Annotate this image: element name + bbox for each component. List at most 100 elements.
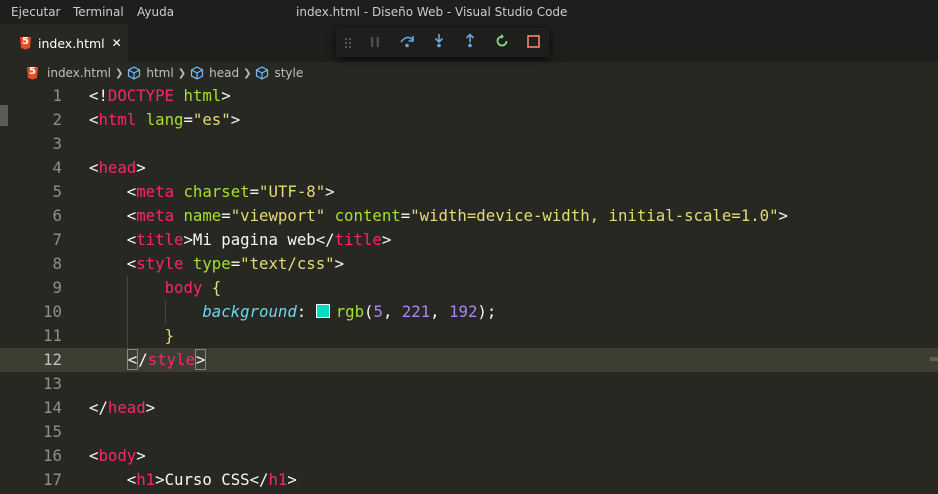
code-token: < xyxy=(126,470,137,489)
line-code: </head> xyxy=(89,396,155,420)
menu-ayuda[interactable]: Ayuda xyxy=(137,5,174,19)
code-token: : xyxy=(296,302,316,321)
line-number: 17 xyxy=(43,470,62,489)
chevron-right-icon: ❯ xyxy=(114,67,124,79)
line-number: 7 xyxy=(52,230,62,249)
title-bar: Ejecutar Terminal Ayuda index.html - Dis… xyxy=(0,0,938,24)
tab-index-html[interactable]: index.html ✕ xyxy=(0,24,128,62)
close-icon[interactable]: ✕ xyxy=(112,36,122,50)
code-line[interactable]: 9 body { xyxy=(0,276,938,300)
code-token: < xyxy=(126,254,137,273)
code-token: { xyxy=(202,278,222,297)
breadcrumb-style[interactable]: style xyxy=(255,66,303,80)
code-token: > xyxy=(381,230,392,249)
code-token: content xyxy=(334,206,401,225)
code-token: = xyxy=(249,182,260,201)
code-line[interactable]: 3 xyxy=(0,132,938,156)
step-into-button[interactable] xyxy=(423,28,455,57)
code-token: > xyxy=(145,398,156,417)
step-over-button[interactable] xyxy=(391,28,423,57)
step-into-icon xyxy=(433,33,445,52)
breadcrumb-html-label: html xyxy=(146,66,174,80)
step-out-icon xyxy=(464,33,476,52)
line-code: <body> xyxy=(89,444,146,468)
code-line[interactable]: 16 <body> xyxy=(0,444,938,468)
code-token: } xyxy=(164,326,175,345)
pause-icon xyxy=(369,33,381,52)
line-code: } xyxy=(89,324,174,348)
code-token: meta xyxy=(136,182,175,201)
code-token: </ xyxy=(89,398,108,417)
line-number: 1 xyxy=(52,86,62,105)
code-line[interactable]: 13 xyxy=(0,372,938,396)
restart-button[interactable] xyxy=(486,28,518,57)
code-line[interactable]: 10 background: rgb(5, 221, 192); xyxy=(0,300,938,324)
code-line[interactable]: 2 <html lang="es"> xyxy=(0,108,938,132)
breadcrumb-file-label: index.html xyxy=(47,66,111,80)
code-line[interactable]: 12 </style> xyxy=(0,348,938,372)
code-line[interactable]: 11 } xyxy=(0,324,938,348)
code-token: < xyxy=(126,230,137,249)
code-token: ); xyxy=(477,302,497,321)
line-number: 15 xyxy=(43,422,62,441)
line-code: <style type="text/css"> xyxy=(89,252,344,276)
code-token: > xyxy=(183,230,193,249)
line-number: 13 xyxy=(43,374,62,393)
menu-ejecutar[interactable]: Ejecutar xyxy=(11,5,61,19)
gutter-indicator xyxy=(0,105,8,126)
code-line[interactable]: 17 <h1>Curso CSS</h1> xyxy=(0,468,938,492)
code-line[interactable]: 7 <title>Mi pagina web</title> xyxy=(0,228,938,252)
code-editor[interactable]: 1 <!DOCTYPE html> 2 <html lang="es"> 3 4 <head… xyxy=(0,84,938,494)
code-line[interactable]: 4 <head> xyxy=(0,156,938,180)
breadcrumb-style-label: style xyxy=(274,66,304,80)
stop-button[interactable] xyxy=(517,28,549,57)
cube-icon xyxy=(255,66,269,80)
code-token: title xyxy=(334,230,382,249)
code-token: lang xyxy=(145,110,184,129)
chevron-right-icon: ❯ xyxy=(177,67,187,79)
line-number: 11 xyxy=(43,326,62,345)
code-token: style xyxy=(147,350,195,369)
code-line[interactable]: 8 <style type="text/css"> xyxy=(0,252,938,276)
step-out-button[interactable] xyxy=(454,28,486,57)
line-number: 9 xyxy=(52,278,62,297)
code-line[interactable]: 14 </head> xyxy=(0,396,938,420)
code-token: body xyxy=(164,278,203,297)
pause-button[interactable] xyxy=(360,28,392,57)
code-token: background xyxy=(202,302,297,321)
code-token: h1 xyxy=(268,470,288,489)
line-number: 16 xyxy=(43,446,62,465)
code-token: rgb xyxy=(335,302,365,321)
overview-ruler-mark xyxy=(930,357,938,361)
line-code: <meta name="viewport" content="width=dev… xyxy=(89,204,788,228)
code-token: charset xyxy=(183,182,250,201)
line-code: <h1>Curso CSS</h1> xyxy=(89,468,297,492)
matched-bracket: > xyxy=(194,349,207,370)
menu-terminal[interactable]: Terminal xyxy=(73,5,124,19)
code-line[interactable]: 15 xyxy=(0,420,938,444)
code-token: > xyxy=(221,86,231,105)
code-token: , xyxy=(430,302,450,321)
code-line[interactable]: 1 <!DOCTYPE html> xyxy=(0,84,938,108)
code-token: "viewport" xyxy=(230,206,326,225)
breadcrumb-html[interactable]: html xyxy=(127,66,174,80)
code-token: , xyxy=(382,302,402,321)
cube-icon xyxy=(127,66,141,80)
color-swatch[interactable] xyxy=(315,304,330,318)
code-token: name xyxy=(183,206,222,225)
code-token: Mi pagina web xyxy=(192,230,316,249)
line-code: <html lang="es"> xyxy=(89,108,240,132)
code-line[interactable]: 5 <meta charset="UTF-8"> xyxy=(0,180,938,204)
code-token: "es" xyxy=(192,110,231,129)
drag-grip-icon[interactable] xyxy=(336,28,360,57)
breadcrumb-file[interactable]: index.html xyxy=(27,66,111,80)
breadcrumb-head[interactable]: head xyxy=(190,66,239,80)
code-token: > xyxy=(287,470,297,489)
code-token: "width=device-width, initial-scale=1.0" xyxy=(410,206,779,225)
code-token: = xyxy=(400,206,411,225)
code-token: < xyxy=(126,206,137,225)
code-line[interactable]: 6 <meta name="viewport" content="width=d… xyxy=(0,204,938,228)
